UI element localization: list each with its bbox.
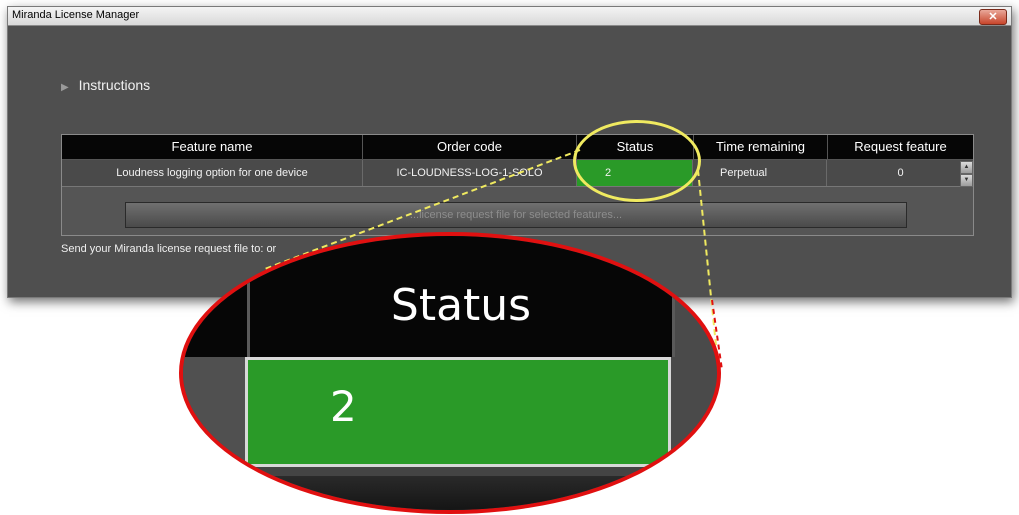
magnified-button-bar (247, 476, 669, 510)
magnified-header: Status (247, 236, 675, 357)
magnified-status-view: Status 2 (179, 232, 721, 514)
magnified-header-left (183, 236, 247, 357)
magnified-row-left (183, 357, 245, 467)
magnified-status-cell: 2 (245, 357, 671, 467)
status-highlight-ellipse (573, 120, 701, 202)
magnified-status-label: Status (390, 280, 532, 331)
magnified-status-value: 2 (330, 382, 357, 431)
